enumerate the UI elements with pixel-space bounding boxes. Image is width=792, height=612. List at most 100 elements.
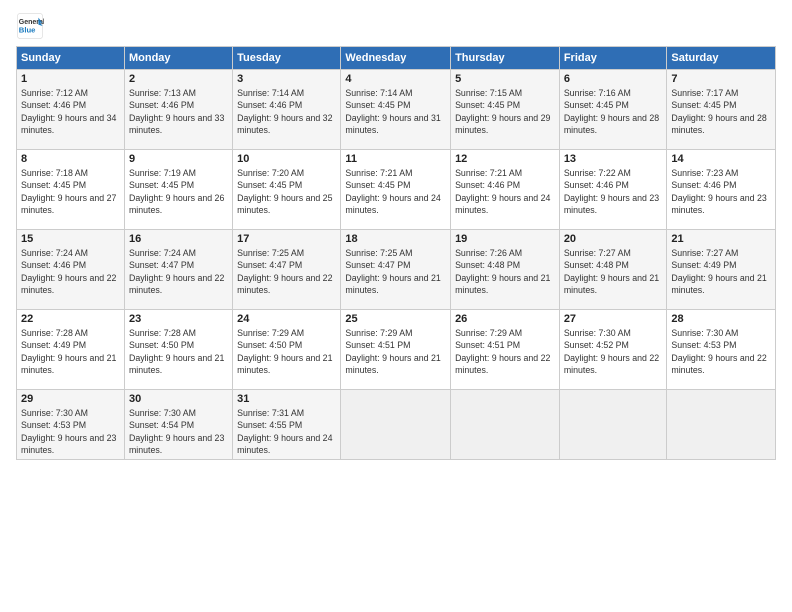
- day-info: Sunrise: 7:19 AMSunset: 4:45 PMDaylight:…: [129, 167, 228, 216]
- day-number: 29: [21, 393, 120, 405]
- calendar-cell: 30 Sunrise: 7:30 AMSunset: 4:54 PMDaylig…: [124, 390, 232, 460]
- day-header-monday: Monday: [124, 47, 232, 70]
- day-number: 2: [129, 73, 228, 85]
- calendar-cell: 19 Sunrise: 7:26 AMSunset: 4:48 PMDaylig…: [451, 230, 560, 310]
- day-number: 15: [21, 233, 120, 245]
- day-header-thursday: Thursday: [451, 47, 560, 70]
- calendar-cell: 23 Sunrise: 7:28 AMSunset: 4:50 PMDaylig…: [124, 310, 232, 390]
- day-info: Sunrise: 7:31 AMSunset: 4:55 PMDaylight:…: [237, 407, 336, 456]
- calendar-header-row: SundayMondayTuesdayWednesdayThursdayFrid…: [17, 47, 776, 70]
- day-info: Sunrise: 7:30 AMSunset: 4:54 PMDaylight:…: [129, 407, 228, 456]
- day-number: 30: [129, 393, 228, 405]
- day-header-tuesday: Tuesday: [233, 47, 341, 70]
- day-info: Sunrise: 7:25 AMSunset: 4:47 PMDaylight:…: [345, 247, 446, 296]
- calendar-cell: 13 Sunrise: 7:22 AMSunset: 4:46 PMDaylig…: [559, 150, 667, 230]
- calendar-cell: 16 Sunrise: 7:24 AMSunset: 4:47 PMDaylig…: [124, 230, 232, 310]
- day-number: 23: [129, 313, 228, 325]
- day-info: Sunrise: 7:21 AMSunset: 4:45 PMDaylight:…: [345, 167, 446, 216]
- day-info: Sunrise: 7:30 AMSunset: 4:53 PMDaylight:…: [21, 407, 120, 456]
- day-number: 10: [237, 153, 336, 165]
- svg-text:Blue: Blue: [19, 25, 36, 34]
- day-number: 16: [129, 233, 228, 245]
- calendar-cell: [341, 390, 451, 460]
- calendar-cell: 3 Sunrise: 7:14 AMSunset: 4:46 PMDayligh…: [233, 70, 341, 150]
- calendar-cell: [559, 390, 667, 460]
- day-number: 9: [129, 153, 228, 165]
- calendar-cell: 6 Sunrise: 7:16 AMSunset: 4:45 PMDayligh…: [559, 70, 667, 150]
- day-info: Sunrise: 7:18 AMSunset: 4:45 PMDaylight:…: [21, 167, 120, 216]
- day-number: 14: [671, 153, 771, 165]
- day-info: Sunrise: 7:20 AMSunset: 4:45 PMDaylight:…: [237, 167, 336, 216]
- day-number: 11: [345, 153, 446, 165]
- calendar-cell: 1 Sunrise: 7:12 AMSunset: 4:46 PMDayligh…: [17, 70, 125, 150]
- day-info: Sunrise: 7:15 AMSunset: 4:45 PMDaylight:…: [455, 87, 555, 136]
- calendar-cell: 27 Sunrise: 7:30 AMSunset: 4:52 PMDaylig…: [559, 310, 667, 390]
- calendar-cell: 26 Sunrise: 7:29 AMSunset: 4:51 PMDaylig…: [451, 310, 560, 390]
- calendar-cell: 20 Sunrise: 7:27 AMSunset: 4:48 PMDaylig…: [559, 230, 667, 310]
- day-info: Sunrise: 7:29 AMSunset: 4:50 PMDaylight:…: [237, 327, 336, 376]
- day-info: Sunrise: 7:14 AMSunset: 4:45 PMDaylight:…: [345, 87, 446, 136]
- calendar-cell: 24 Sunrise: 7:29 AMSunset: 4:50 PMDaylig…: [233, 310, 341, 390]
- calendar-table: SundayMondayTuesdayWednesdayThursdayFrid…: [16, 46, 776, 460]
- day-number: 5: [455, 73, 555, 85]
- calendar-cell: 14 Sunrise: 7:23 AMSunset: 4:46 PMDaylig…: [667, 150, 776, 230]
- calendar-cell: 31 Sunrise: 7:31 AMSunset: 4:55 PMDaylig…: [233, 390, 341, 460]
- day-info: Sunrise: 7:25 AMSunset: 4:47 PMDaylight:…: [237, 247, 336, 296]
- day-number: 25: [345, 313, 446, 325]
- calendar-cell: 5 Sunrise: 7:15 AMSunset: 4:45 PMDayligh…: [451, 70, 560, 150]
- day-number: 18: [345, 233, 446, 245]
- day-info: Sunrise: 7:24 AMSunset: 4:47 PMDaylight:…: [129, 247, 228, 296]
- day-header-sunday: Sunday: [17, 47, 125, 70]
- day-info: Sunrise: 7:12 AMSunset: 4:46 PMDaylight:…: [21, 87, 120, 136]
- day-number: 27: [564, 313, 663, 325]
- calendar-cell: 10 Sunrise: 7:20 AMSunset: 4:45 PMDaylig…: [233, 150, 341, 230]
- calendar-cell: [667, 390, 776, 460]
- day-info: Sunrise: 7:13 AMSunset: 4:46 PMDaylight:…: [129, 87, 228, 136]
- calendar-cell: 25 Sunrise: 7:29 AMSunset: 4:51 PMDaylig…: [341, 310, 451, 390]
- calendar-cell: 7 Sunrise: 7:17 AMSunset: 4:45 PMDayligh…: [667, 70, 776, 150]
- day-number: 13: [564, 153, 663, 165]
- day-number: 8: [21, 153, 120, 165]
- day-number: 1: [21, 73, 120, 85]
- day-info: Sunrise: 7:23 AMSunset: 4:46 PMDaylight:…: [671, 167, 771, 216]
- day-info: Sunrise: 7:27 AMSunset: 4:48 PMDaylight:…: [564, 247, 663, 296]
- calendar-cell: [451, 390, 560, 460]
- day-info: Sunrise: 7:21 AMSunset: 4:46 PMDaylight:…: [455, 167, 555, 216]
- day-number: 21: [671, 233, 771, 245]
- day-info: Sunrise: 7:22 AMSunset: 4:46 PMDaylight:…: [564, 167, 663, 216]
- calendar-cell: 18 Sunrise: 7:25 AMSunset: 4:47 PMDaylig…: [341, 230, 451, 310]
- calendar-cell: 8 Sunrise: 7:18 AMSunset: 4:45 PMDayligh…: [17, 150, 125, 230]
- day-number: 3: [237, 73, 336, 85]
- day-header-wednesday: Wednesday: [341, 47, 451, 70]
- day-info: Sunrise: 7:28 AMSunset: 4:50 PMDaylight:…: [129, 327, 228, 376]
- calendar-cell: 29 Sunrise: 7:30 AMSunset: 4:53 PMDaylig…: [17, 390, 125, 460]
- calendar-cell: 22 Sunrise: 7:28 AMSunset: 4:49 PMDaylig…: [17, 310, 125, 390]
- day-header-saturday: Saturday: [667, 47, 776, 70]
- calendar-cell: 17 Sunrise: 7:25 AMSunset: 4:47 PMDaylig…: [233, 230, 341, 310]
- day-number: 31: [237, 393, 336, 405]
- day-info: Sunrise: 7:30 AMSunset: 4:53 PMDaylight:…: [671, 327, 771, 376]
- day-info: Sunrise: 7:28 AMSunset: 4:49 PMDaylight:…: [21, 327, 120, 376]
- day-number: 20: [564, 233, 663, 245]
- day-info: Sunrise: 7:29 AMSunset: 4:51 PMDaylight:…: [455, 327, 555, 376]
- day-number: 4: [345, 73, 446, 85]
- day-number: 24: [237, 313, 336, 325]
- calendar-cell: 28 Sunrise: 7:30 AMSunset: 4:53 PMDaylig…: [667, 310, 776, 390]
- calendar-cell: 15 Sunrise: 7:24 AMSunset: 4:46 PMDaylig…: [17, 230, 125, 310]
- day-number: 6: [564, 73, 663, 85]
- day-info: Sunrise: 7:14 AMSunset: 4:46 PMDaylight:…: [237, 87, 336, 136]
- calendar-cell: 21 Sunrise: 7:27 AMSunset: 4:49 PMDaylig…: [667, 230, 776, 310]
- day-info: Sunrise: 7:16 AMSunset: 4:45 PMDaylight:…: [564, 87, 663, 136]
- logo: General Blue: [16, 12, 48, 40]
- day-number: 17: [237, 233, 336, 245]
- day-header-friday: Friday: [559, 47, 667, 70]
- calendar-cell: 11 Sunrise: 7:21 AMSunset: 4:45 PMDaylig…: [341, 150, 451, 230]
- day-number: 12: [455, 153, 555, 165]
- calendar-cell: 4 Sunrise: 7:14 AMSunset: 4:45 PMDayligh…: [341, 70, 451, 150]
- day-info: Sunrise: 7:26 AMSunset: 4:48 PMDaylight:…: [455, 247, 555, 296]
- day-info: Sunrise: 7:30 AMSunset: 4:52 PMDaylight:…: [564, 327, 663, 376]
- calendar-cell: 2 Sunrise: 7:13 AMSunset: 4:46 PMDayligh…: [124, 70, 232, 150]
- day-number: 7: [671, 73, 771, 85]
- calendar-cell: 12 Sunrise: 7:21 AMSunset: 4:46 PMDaylig…: [451, 150, 560, 230]
- day-info: Sunrise: 7:24 AMSunset: 4:46 PMDaylight:…: [21, 247, 120, 296]
